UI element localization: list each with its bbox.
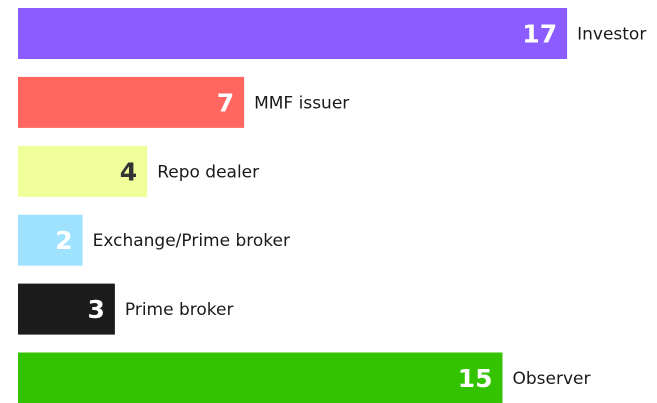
- bar-mmf-issuer: [18, 76, 245, 128]
- value-label-exchange-prime-broker: 2: [55, 226, 72, 255]
- value-label-investor: 17: [522, 20, 557, 49]
- bar-observer: [18, 352, 503, 403]
- category-label-mmf-issuer: MMF issuer: [254, 93, 349, 113]
- category-label-prime-broker: Prime broker: [125, 300, 234, 320]
- bar-exchange-prime-broker: [18, 214, 83, 266]
- value-label-observer: 15: [458, 364, 493, 393]
- category-label-observer: Observer: [513, 369, 591, 389]
- horizontal-bar-chart: 17 Investor 7 MMF issuer 4 Repo dealer 2 Exchan…: [18, 8, 646, 403]
- value-label-mmf-issuer: 7: [217, 88, 234, 117]
- category-label-repo-dealer: Repo dealer: [157, 162, 259, 182]
- category-label-exchange-prime-broker: Exchange/Prime broker: [93, 231, 290, 251]
- value-label-repo-dealer: 4: [120, 157, 137, 186]
- value-label-prime-broker: 3: [87, 295, 104, 324]
- bar-investor: [18, 8, 568, 59]
- category-label-investor: Investor: [577, 25, 646, 45]
